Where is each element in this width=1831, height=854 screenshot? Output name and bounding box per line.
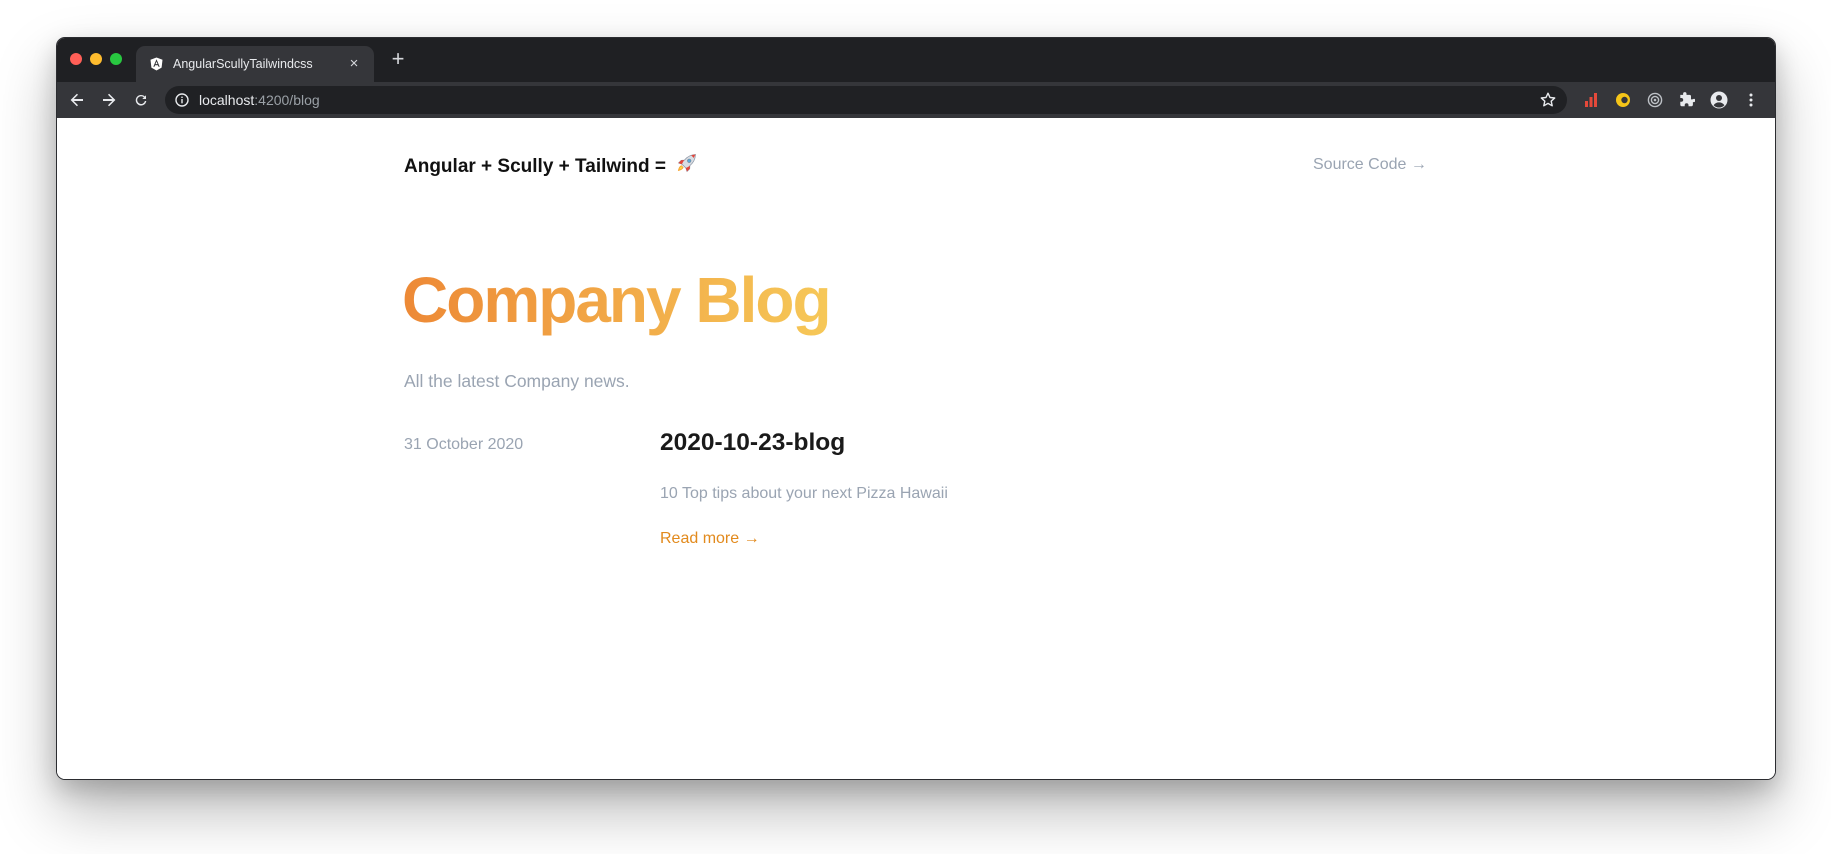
close-window-button[interactable] [70, 53, 82, 65]
page-title: Company Blog [402, 264, 832, 336]
minimize-window-button[interactable] [90, 53, 102, 65]
bar-chart-extension-icon[interactable] [1580, 89, 1602, 111]
page-content: Angular + Scully + Tailwind = Source Cod… [57, 118, 1775, 779]
url-host: localhost [199, 92, 255, 108]
back-arrow-icon[interactable] [65, 88, 89, 112]
page-subtitle: All the latest Company news. [404, 371, 630, 391]
post-title[interactable]: 2020-10-23-blog [660, 429, 845, 457]
browser-toolbar: localhost:4200/blog [57, 82, 1775, 118]
read-more-link[interactable]: Read more → [660, 530, 760, 548]
puzzle-extensions-icon[interactable] [1676, 89, 1698, 111]
angular-icon [149, 57, 163, 71]
address-bar[interactable]: localhost:4200/blog [165, 86, 1567, 114]
forward-arrow-icon[interactable] [97, 88, 121, 112]
more-menu-icon[interactable] [1740, 89, 1762, 111]
rocket-icon [675, 153, 697, 181]
tab-title: AngularScullyTailwindcss [173, 57, 313, 71]
site-brand[interactable]: Angular + Scully + Tailwind = [404, 153, 697, 181]
tab-strip: AngularScullyTailwindcss × + [57, 38, 1775, 82]
maximize-window-button[interactable] [110, 53, 122, 65]
profile-icon[interactable] [1708, 89, 1730, 111]
url-path: :4200/blog [254, 92, 320, 108]
source-code-link[interactable]: Source Code → [1313, 156, 1427, 174]
brand-text: Angular + Scully + Tailwind = [404, 156, 667, 177]
browser-window: AngularScullyTailwindcss × + localhost:4… [56, 37, 1776, 780]
browser-tab[interactable]: AngularScullyTailwindcss × [136, 46, 374, 82]
yellow-extension-icon[interactable] [1612, 89, 1634, 111]
post-description: 10 Top tips about your next Pizza Hawaii [660, 485, 948, 502]
info-icon[interactable] [175, 93, 189, 107]
reload-icon[interactable] [129, 88, 153, 112]
url-text: localhost:4200/blog [199, 92, 320, 108]
bookmark-star-icon[interactable] [1539, 91, 1557, 109]
new-tab-button[interactable]: + [386, 47, 410, 71]
tab-close-icon[interactable]: × [346, 56, 362, 72]
post-date: 31 October 2020 [404, 436, 524, 453]
target-extension-icon[interactable] [1644, 89, 1666, 111]
